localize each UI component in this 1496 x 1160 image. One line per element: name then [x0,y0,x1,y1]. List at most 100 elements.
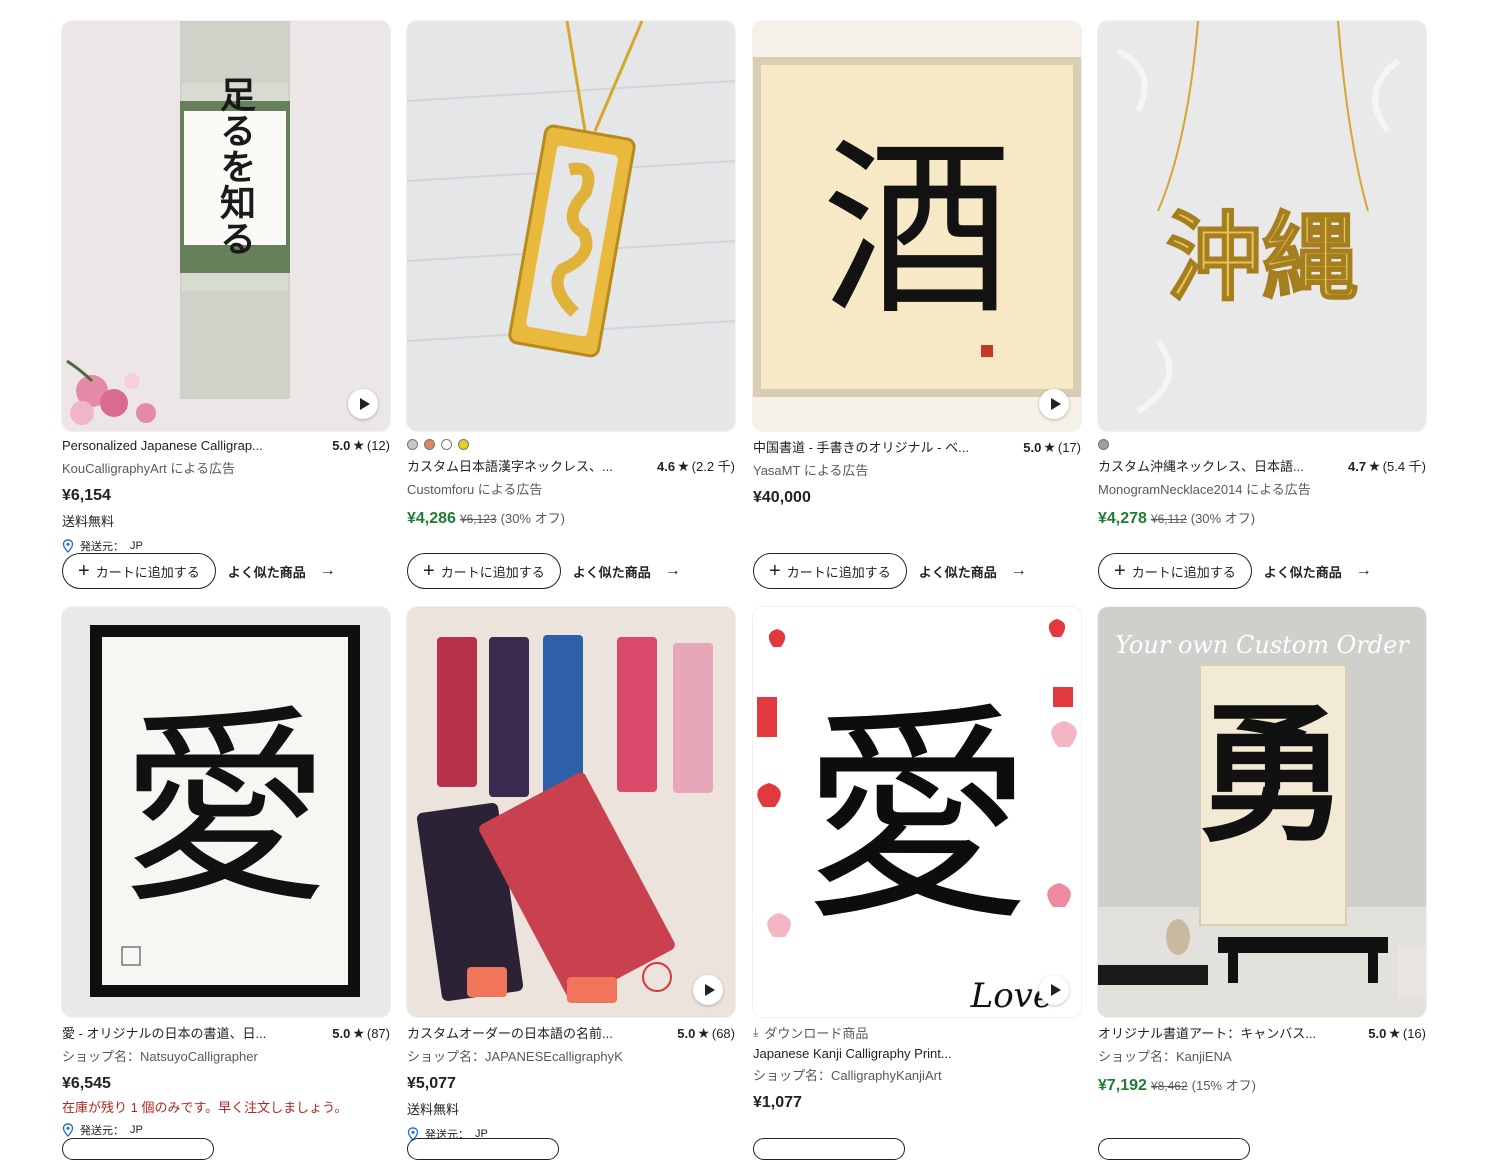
listing-title[interactable]: Japanese Kanji Calligraphy Print... [753,1046,952,1061]
similar-items-link[interactable]: よく似た商品 → [228,562,336,581]
listing-image[interactable]: 沖縄 [1098,21,1426,431]
add-to-cart-button[interactable]: + カートに追加する [753,553,907,589]
listing-image[interactable]: 愛 [62,607,390,1017]
shop-name[interactable]: KouCalligraphyArt による広告 [62,458,390,477]
arrow-right-icon: → [664,562,681,579]
color-swatch[interactable] [424,439,435,450]
price: ¥1,077 [753,1094,802,1111]
sale-price: ¥4,286 [407,510,456,527]
review-count: (2.2 千) [691,459,735,474]
free-shipping-label: 送料無料 [407,1102,460,1117]
rating: 4.7 ★ (5.4 千) [1348,456,1426,475]
add-to-cart-button[interactable]: + カートに追加する [407,553,561,589]
play-video-button[interactable] [1039,975,1069,1005]
rating: 5.0 ★ (68) [677,1025,735,1042]
color-swatch[interactable] [407,439,418,450]
discount: (30% オフ) [500,511,565,526]
location-pin-icon [62,539,74,553]
free-shipping-label: 送料無料 [62,514,115,529]
listing-card[interactable]: 勇 Your own Custom Order オリジナル書道アート：キャンバス… [1098,607,1426,1095]
plus-icon: + [423,560,435,582]
rating: 5.0 ★ (16) [1368,1025,1426,1042]
necklace-characters: 沖縄 [1166,202,1358,314]
plus-icon: + [78,560,90,582]
listing-title[interactable]: 中国書道 - 手書きのオリジナル - ベ... [753,437,969,456]
play-video-button[interactable] [348,389,378,419]
listing-card[interactable]: 酒 中国書道 - 手書きのオリジナル - ベ... 5.0 ★ (17) YasaM… [753,21,1081,507]
price: ¥5,077 [407,1075,456,1092]
listing-card[interactable]: カスタム日本語漢字ネックレス、... 4.6 ★ (2.2 千) Customfor… [407,21,735,528]
review-count: (5.4 千) [1382,459,1426,474]
review-count: (68) [711,1026,735,1041]
add-to-cart-label: カートに追加する [1131,564,1236,580]
shop-name[interactable]: ショップ名：JAPANESEcalligraphyK [407,1046,735,1065]
discount: (30% オフ) [1190,511,1256,526]
price: ¥40,000 [753,489,811,506]
add-to-cart-button[interactable] [407,1138,559,1160]
similar-items-link[interactable]: よく似た商品 → [1264,562,1372,581]
add-to-cart-button[interactable] [62,1138,214,1160]
rating-value: 5.0 [332,438,351,453]
rating-value: 5.0 [1023,440,1042,455]
ships-from-country: JP [130,1124,143,1136]
rating-value: 5.0 [677,1026,696,1041]
play-video-button[interactable] [1039,389,1069,419]
download-icon: ⤓ [753,1025,759,1039]
rating: 4.6 ★ (2.2 千) [657,456,735,475]
listing-image[interactable] [407,21,735,431]
ships-from-country: JP [130,540,143,552]
price: ¥7,192 ¥8,462 (15% オフ) [1098,1075,1426,1095]
similar-items-link[interactable]: よく似た商品 → [919,562,1027,581]
star-icon: ★ [352,1025,365,1041]
ships-from: 発送元： JP [62,538,390,554]
card-actions: + カートに追加する よく似た商品 → [753,553,1027,589]
discount: (15% オフ) [1191,1078,1256,1093]
add-to-cart-button[interactable]: + カートに追加する [1098,553,1252,589]
add-to-cart-button[interactable]: + カートに追加する [62,553,216,589]
shop-name[interactable]: ショップ名：NatsuyoCalligrapher [62,1046,390,1065]
listing-card[interactable]: 愛 愛 - オリジナルの日本の書道、日... 5.0 ★ (87) ショップ名：Na… [62,607,390,1138]
add-to-cart-button[interactable] [753,1138,905,1160]
color-swatches [1098,439,1426,450]
listing-title[interactable]: 愛 - オリジナルの日本の書道、日... [62,1023,266,1042]
download-text: ダウンロード商品 [764,1026,869,1041]
listing-title[interactable]: カスタムオーダーの日本語の名前... [407,1023,613,1042]
listing-card[interactable]: カスタムオーダーの日本語の名前... 5.0 ★ (68) ショップ名：JAPANE… [407,607,735,1142]
color-swatch[interactable] [458,439,469,450]
play-video-button[interactable] [693,975,723,1005]
listing-card[interactable]: 足るを知る Personalized Japanese Calligrap...… [62,21,390,554]
add-to-cart-button[interactable] [1098,1138,1250,1160]
listing-title[interactable]: カスタム沖縄ネックレス、日本語... [1098,456,1304,475]
color-swatch[interactable] [1098,439,1109,450]
similar-items-link[interactable]: よく似た商品 → [573,562,681,581]
listing-title[interactable]: オリジナル書道アート：キャンバス... [1098,1023,1316,1042]
shop-name[interactable]: Customforu による広告 [407,479,735,498]
add-to-cart-label: カートに追加する [440,564,545,580]
star-icon: ★ [1368,458,1381,474]
listing-card[interactable]: 愛 Love ⤓ ダウンロード商品 Japanese Kanji Calligra… [753,607,1081,1112]
listing-title[interactable]: Personalized Japanese Calligrap... [62,438,263,453]
rating-value: 5.0 [332,1026,351,1041]
listing-image[interactable]: 勇 Your own Custom Order [1098,607,1426,1017]
listing-image[interactable] [407,607,735,1017]
listing-image[interactable]: 足るを知る [62,21,390,431]
shop-name[interactable]: ショップ名：KanjiENA [1098,1046,1426,1065]
color-swatch[interactable] [441,439,452,450]
location-pin-icon [62,1123,74,1137]
add-to-cart-label: カートに追加する [95,564,200,580]
arrow-right-icon: → [319,562,336,579]
shop-name[interactable]: MonogramNecklace2014 による広告 [1098,479,1426,498]
shop-name[interactable]: YasaMT による広告 [753,460,1081,479]
shop-name[interactable]: ショップ名：CalligraphyKanjiArt [753,1065,1081,1084]
listing-title[interactable]: カスタム日本語漢字ネックレス、... [407,456,613,475]
original-price: ¥8,462 [1150,1079,1188,1093]
star-icon: ★ [677,458,690,474]
listing-card[interactable]: 沖縄 カスタム沖縄ネックレス、日本語... 4.7 ★ (5.4 千) Monogr… [1098,21,1426,528]
listing-image[interactable]: 愛 Love [753,607,1081,1017]
ships-from-label: 発送元： [80,1125,124,1137]
rating-value: 4.7 [1348,459,1367,474]
star-icon: ★ [352,437,365,453]
review-count: (12) [366,438,390,453]
listing-image[interactable]: 酒 [753,21,1081,431]
arrow-right-icon: → [1010,562,1027,579]
